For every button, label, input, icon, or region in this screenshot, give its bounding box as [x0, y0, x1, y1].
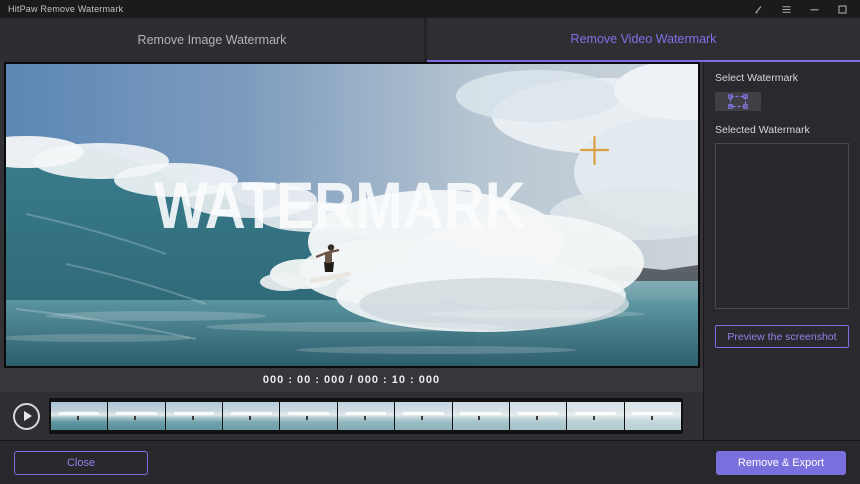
thumbnail-watermark-mark: [403, 412, 444, 416]
surf-video-frame: WATERMARK: [6, 64, 698, 366]
select-watermark-label: Select Watermark: [715, 72, 799, 84]
preview-screenshot-button[interactable]: Preview the screenshot: [715, 325, 849, 348]
titlebar-controls: [753, 4, 848, 15]
tab-label: Remove Image Watermark: [137, 33, 287, 47]
marquee-select-button[interactable]: [715, 92, 761, 111]
selected-watermark-box: [715, 143, 849, 309]
maximize-icon[interactable]: [837, 4, 848, 15]
footer-bar: Close Remove & Export: [0, 440, 860, 484]
filmstrip-thumbnail[interactable]: [108, 402, 165, 430]
titlebar: HitPaw Remove Watermark: [0, 0, 860, 18]
video-column: WATERMARK 000 : 00 : 000 / 000 : 10 : 00…: [0, 62, 703, 440]
filmstrip-thumbnail[interactable]: [51, 402, 108, 430]
selected-watermark-label: Selected Watermark: [715, 124, 810, 136]
marquee-selection-icon: [728, 94, 748, 109]
filmstrip-thumbnail[interactable]: [395, 402, 452, 430]
filmstrip-thumbnail[interactable]: [223, 402, 280, 430]
filmstrip-thumbnail[interactable]: [452, 402, 509, 430]
watermark-overlay-text: WATERMARK: [154, 168, 526, 242]
play-icon: [24, 411, 32, 421]
thumbnail-watermark-mark: [345, 412, 387, 416]
thumbnail-watermark-mark: [58, 412, 100, 416]
video-preview[interactable]: WATERMARK: [4, 62, 700, 368]
thumbnail-foam-overlay: [108, 402, 165, 430]
filmstrip-thumbnail[interactable]: [165, 402, 223, 430]
thumbnail-foam-overlay: [223, 402, 280, 430]
close-button[interactable]: Close: [14, 450, 148, 475]
filmstrip-thumbnail[interactable]: [624, 402, 681, 430]
watermark-panel: Select Watermark Selected Watermark Prev…: [703, 62, 860, 440]
thumbnail-watermark-mark: [288, 412, 329, 416]
filmstrip-thumbnail[interactable]: [509, 402, 567, 430]
timeline-row: [0, 392, 703, 440]
filmstrip-thumbnail[interactable]: [337, 402, 395, 430]
thumbnail-watermark-mark: [575, 412, 616, 416]
menu-icon[interactable]: [781, 4, 792, 15]
thumbnail-watermark-mark: [173, 412, 215, 416]
feedback-pen-icon[interactable]: [753, 4, 764, 15]
minimize-icon[interactable]: [809, 4, 820, 15]
thumbnail-foam-overlay: [567, 402, 624, 430]
filmstrip[interactable]: [49, 398, 683, 434]
thumbnail-foam-overlay: [509, 402, 567, 430]
thumbnail-watermark-mark: [230, 412, 272, 416]
filmstrip-thumbnail[interactable]: [567, 402, 624, 430]
thumbnail-watermark-mark: [460, 412, 501, 416]
thumbnail-watermark-mark: [632, 412, 674, 416]
filmstrip-thumbnail[interactable]: [280, 402, 337, 430]
tab-remove-video-watermark[interactable]: Remove Video Watermark: [427, 18, 860, 62]
play-button[interactable]: [13, 402, 40, 430]
thumbnail-foam-overlay: [452, 402, 509, 430]
remove-export-button[interactable]: Remove & Export: [716, 450, 846, 475]
thumbnail-foam-overlay: [165, 402, 223, 430]
tab-label: Remove Video Watermark: [570, 32, 717, 46]
tab-bar: Remove Image Watermark Remove Video Wate…: [0, 18, 860, 62]
main-area: WATERMARK 000 : 00 : 000 / 000 : 10 : 00…: [0, 62, 860, 440]
app-title: HitPaw Remove Watermark: [8, 4, 124, 14]
timecode: 000 : 00 : 000 / 000 : 10 : 000: [0, 368, 703, 392]
thumbnail-foam-overlay: [337, 402, 395, 430]
tab-remove-image-watermark[interactable]: Remove Image Watermark: [0, 18, 427, 62]
thumbnail-foam-overlay: [624, 402, 681, 430]
thumbnail-watermark-mark: [517, 412, 559, 416]
thumbnail-watermark-mark: [116, 412, 157, 416]
thumbnail-foam-overlay: [395, 402, 452, 430]
thumbnail-foam-overlay: [280, 402, 337, 430]
app-window: HitPaw Remove Watermark Remove Image Wat…: [0, 0, 860, 484]
